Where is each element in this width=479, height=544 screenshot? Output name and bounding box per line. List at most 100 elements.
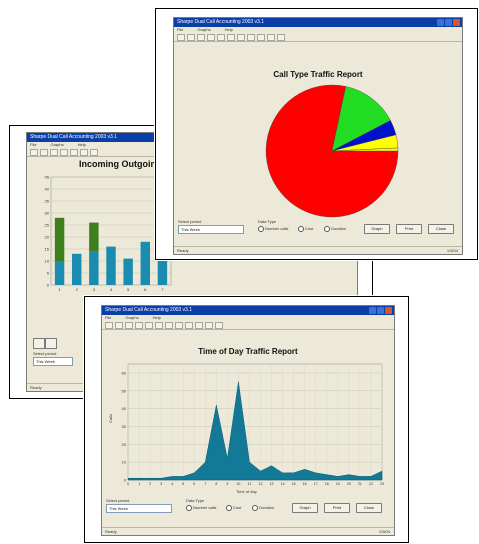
x-tick-label: 10 [236,482,240,486]
close-button[interactable]: Close [428,224,454,234]
x-tick-label: 1 [138,482,140,486]
y-tick-label: 30 [45,211,50,216]
status-bar: Ready 1/3/04 [102,527,394,535]
status-bar: Ready 1/3/04 [174,246,462,254]
toolbar-button[interactable] [197,33,205,41]
toolbar-button[interactable] [247,33,255,41]
status-date: 1/3/04 [378,529,390,534]
status-date: 1/3/04 [446,248,458,253]
toolbar-button[interactable] [90,148,98,156]
period-select[interactable]: This Week [178,225,244,234]
toolbar-button[interactable] [217,33,225,41]
radio-cost[interactable]: Cost [226,505,241,511]
radio-dot [252,505,258,511]
toolbar-button[interactable] [175,321,183,329]
y-tick-label: 60 [122,370,127,375]
radio-duration[interactable]: Duration [252,505,274,511]
toolbar-button[interactable] [70,148,78,156]
graph-button[interactable]: Graph [292,503,318,513]
toolbar-button[interactable] [30,148,38,156]
period-label: Select period [178,219,202,224]
toolbar-button[interactable] [177,33,185,41]
x-tick-label: 11 [248,482,252,486]
radio-label: Duration [259,505,275,511]
radio-number-calls[interactable]: Number calls [186,505,216,511]
graph-button[interactable]: Graph [364,224,390,234]
status-text: Ready [30,385,42,390]
y-tick-label: 20 [45,235,50,240]
print-button[interactable]: Print [396,224,422,234]
minimize-icon[interactable] [437,19,444,26]
x-tick-label: 4 [171,482,173,486]
maximize-icon[interactable] [377,307,384,314]
close-icon[interactable] [385,307,392,314]
radio-number-calls[interactable]: Number calls [258,226,288,232]
toolbar-button[interactable] [277,33,285,41]
pie-title-bar[interactable]: Sharpe Dual Call Accounting 2003 v3.1 [174,18,462,27]
incoming-bar-chart: 0510152025303540451 2 3 4 5 6 7 [45,175,172,292]
radio-label: Duration [331,226,347,232]
x-tick-label: 2 [76,287,79,292]
print-button[interactable]: Print [324,503,350,513]
next-button[interactable] [45,338,57,349]
toolbar-button[interactable] [155,321,163,329]
prev-button[interactable] [33,338,45,349]
toolbar-button[interactable] [207,33,215,41]
toolbar-button[interactable] [237,33,245,41]
toolbar-button[interactable] [135,321,143,329]
toolbar-button[interactable] [40,148,48,156]
toolbar-button[interactable] [80,148,88,156]
bar [140,241,150,285]
status-text: Ready [105,529,117,534]
minimize-icon[interactable] [369,307,376,314]
x-tick-label: 3 [93,287,96,292]
chart-title: Time of Day Traffic Report [198,347,298,356]
toolbar-button[interactable] [187,33,195,41]
close-icon[interactable] [453,19,460,26]
period-label: Select period [106,498,130,503]
x-tick-label: 18 [325,482,329,486]
toolbar-button[interactable] [165,321,173,329]
toolbar-button[interactable] [185,321,193,329]
maximize-icon[interactable] [445,19,452,26]
bar [106,246,116,285]
x-tick-label: 4 [110,287,113,292]
tod-title-bar[interactable]: Sharpe Dual Call Accounting 2003 v3.1 [102,306,394,315]
x-tick-label: 8 [215,482,217,486]
toolbar-button[interactable] [267,33,275,41]
x-tick-label: 17 [314,482,318,486]
y-tick-label: 10 [45,259,50,264]
toolbar-button[interactable] [50,148,58,156]
bar [157,258,168,285]
time-of-day-area-chart: 01020304050600 1 2 3 4 5 6 7 8 9 10 11 12 13 14 15 16 17 1… [122,363,384,486]
window-title: Sharpe Dual Call Accounting 2003 v3.1 [105,307,193,313]
y-tick-label: 30 [122,424,127,429]
call-type-report-window: Sharpe Dual Call Accounting 2003 v3.1 Fi… [173,17,463,255]
period-select[interactable]: This Week [33,357,73,366]
radio-dot [186,505,192,511]
x-tick-label: 22 [369,482,373,486]
toolbar-button[interactable] [227,33,235,41]
x-tick-label: 20 [347,482,351,486]
radio-label: Number calls [193,505,217,511]
x-tick-label: 14 [281,482,285,486]
toolbar-button[interactable] [205,321,213,329]
x-tick-label: 7 [161,287,164,292]
toolbar-button[interactable] [145,321,153,329]
x-tick-label: 6 [144,287,147,292]
toolbar-button[interactable] [195,321,203,329]
x-tick-label: 5 [127,287,130,292]
toolbar-button[interactable] [115,321,123,329]
radio-cost[interactable]: Cost [298,226,313,232]
time-of-day-report-frame: Sharpe Dual Call Accounting 2003 v3.1 Fi… [84,296,409,543]
toolbar-button[interactable] [257,33,265,41]
x-tick-label: 15 [292,482,296,486]
period-select[interactable]: This Week [106,504,172,513]
close-button[interactable]: Close [356,503,382,513]
y-tick-label: 35 [45,199,50,204]
toolbar-button[interactable] [60,148,68,156]
toolbar-button[interactable] [105,321,113,329]
toolbar-button[interactable] [215,321,223,329]
toolbar-button[interactable] [125,321,133,329]
radio-duration[interactable]: Duration [324,226,346,232]
